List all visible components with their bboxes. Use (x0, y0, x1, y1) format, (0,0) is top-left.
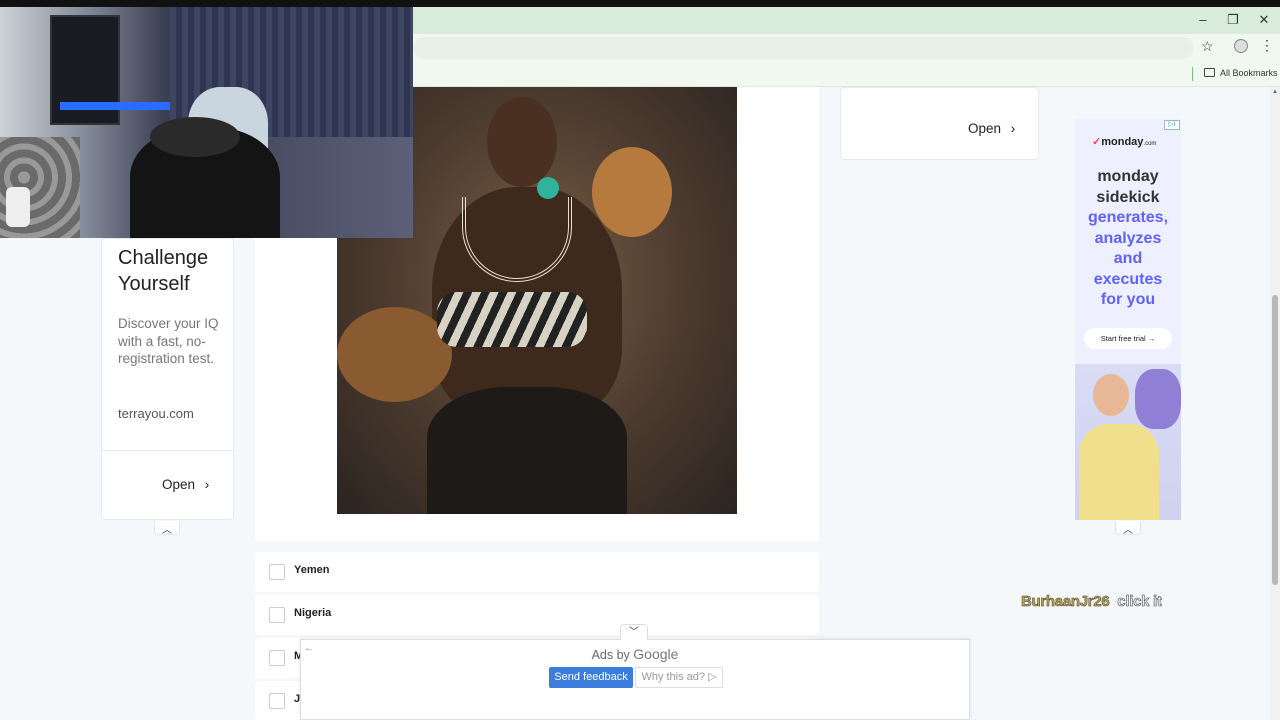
left-ad-title: Challenge Yourself (118, 245, 208, 297)
stream-overlay-message: BurhaanJr26 click it (1021, 593, 1162, 611)
ads-by-google-label: Ads by Google (301, 646, 969, 662)
left-ad-divider (102, 450, 233, 451)
left-ad-collapse-chevron-up-icon[interactable]: ︿ (154, 521, 180, 536)
bookmarks-divider (1192, 67, 1193, 81)
photo-bowl (337, 307, 452, 402)
close-button[interactable]: ✕ (1254, 12, 1274, 28)
overlay-username: BurhaanJr26 (1021, 593, 1110, 611)
all-bookmarks-link[interactable]: All Bookmarks (1220, 68, 1278, 78)
left-ad-open-label: Open (162, 477, 196, 492)
top-ad-open-label: Open (968, 121, 1002, 136)
photo-earring (537, 177, 559, 199)
right-ad-banner[interactable]: ▷ⅰ ✓monday.com monday sidekick generates… (1075, 119, 1181, 520)
monday-logo: ✓monday.com (1092, 135, 1156, 148)
folder-icon (1204, 68, 1215, 77)
left-ad-body: Discover your IQ with a fast, no-registr… (118, 316, 219, 366)
start-free-trial-button[interactable]: Start free trial → (1084, 328, 1172, 349)
overlay-text: click it (1117, 593, 1162, 611)
minimize-button[interactable]: – (1193, 12, 1213, 27)
photo-gourd (592, 147, 672, 237)
webcam-person-cap (150, 117, 240, 157)
option-label: Yemen (294, 564, 330, 576)
left-ad-domain[interactable]: terrayou.com (118, 406, 194, 421)
send-feedback-button[interactable]: Send feedback (549, 667, 633, 688)
right-ad-image (1075, 364, 1181, 520)
webcam-microphone (6, 187, 30, 227)
ads-by-text: Ads by (591, 648, 630, 662)
right-ad-collapse-chevron-up-icon[interactable]: ︿ (1115, 521, 1141, 536)
anchor-ad-bar: ← Ads by Google Send feedback Why this a… (300, 639, 970, 720)
left-ad-open-button[interactable]: Open › (162, 477, 209, 492)
photo-skirt (427, 387, 627, 514)
ad-bar-collapse-chevron-down-icon[interactable]: ﹀ (620, 624, 648, 640)
chevron-right-icon: › (1010, 121, 1016, 136)
webcam-overlay (0, 7, 413, 238)
address-bar[interactable] (413, 37, 1193, 59)
left-ad-title-line1: Challenge (118, 247, 209, 269)
option-label: Nigeria (294, 607, 332, 619)
more-menu-icon[interactable]: ⋮ (1260, 37, 1274, 54)
monday-logo-suffix: .com (1143, 141, 1157, 147)
bookmark-star-icon[interactable]: ☆ (1201, 38, 1214, 55)
photo-top (437, 292, 587, 347)
headline-line: and (1113, 250, 1143, 267)
chevron-right-icon: › (204, 477, 210, 492)
option-checkbox[interactable] (269, 564, 285, 580)
photo-head (487, 97, 557, 187)
headline-line: for you (1100, 291, 1156, 308)
quiz-option[interactable]: Yemen (255, 552, 819, 592)
option-checkbox[interactable] (269, 607, 285, 623)
ad-person-shirt (1079, 424, 1159, 520)
headline-line: generates, (1087, 209, 1169, 226)
ad-choices-icon[interactable]: ▷ⅰ (1164, 120, 1180, 130)
google-logo-text: Google (633, 646, 679, 662)
ad-purple-creature (1135, 369, 1181, 429)
left-ad-title-line2: Yourself (118, 273, 190, 295)
why-this-ad-button[interactable]: Why this ad? ▷ (635, 667, 723, 688)
restore-button[interactable]: ❐ (1223, 12, 1243, 28)
option-checkbox[interactable] (269, 693, 285, 709)
profile-avatar[interactable] (1234, 39, 1248, 53)
headline-line: monday (1097, 168, 1159, 185)
quiz-option[interactable]: Nigeria (255, 595, 819, 635)
window-top-edge (0, 0, 1280, 7)
scrollbar-thumb[interactable] (1272, 295, 1278, 585)
top-ad-card[interactable]: Open › (840, 87, 1039, 160)
top-ad-open-button[interactable]: Open › (968, 121, 1015, 136)
monday-logo-mark: ✓ (1092, 136, 1102, 148)
left-ad-card[interactable]: Challenge Yourself Discover your IQ with… (101, 238, 234, 520)
headline-line: analyzes (1094, 229, 1162, 247)
headline-line: sidekick (1096, 188, 1160, 206)
ad-person-face (1093, 374, 1129, 416)
headline-line: executes (1093, 270, 1163, 288)
right-ad-headline: monday sidekick generates, analyzes and … (1075, 167, 1181, 311)
scroll-up-arrow-icon[interactable]: ▲ (1272, 89, 1278, 95)
monday-logo-text: monday (1101, 136, 1144, 148)
option-checkbox[interactable] (269, 650, 285, 666)
